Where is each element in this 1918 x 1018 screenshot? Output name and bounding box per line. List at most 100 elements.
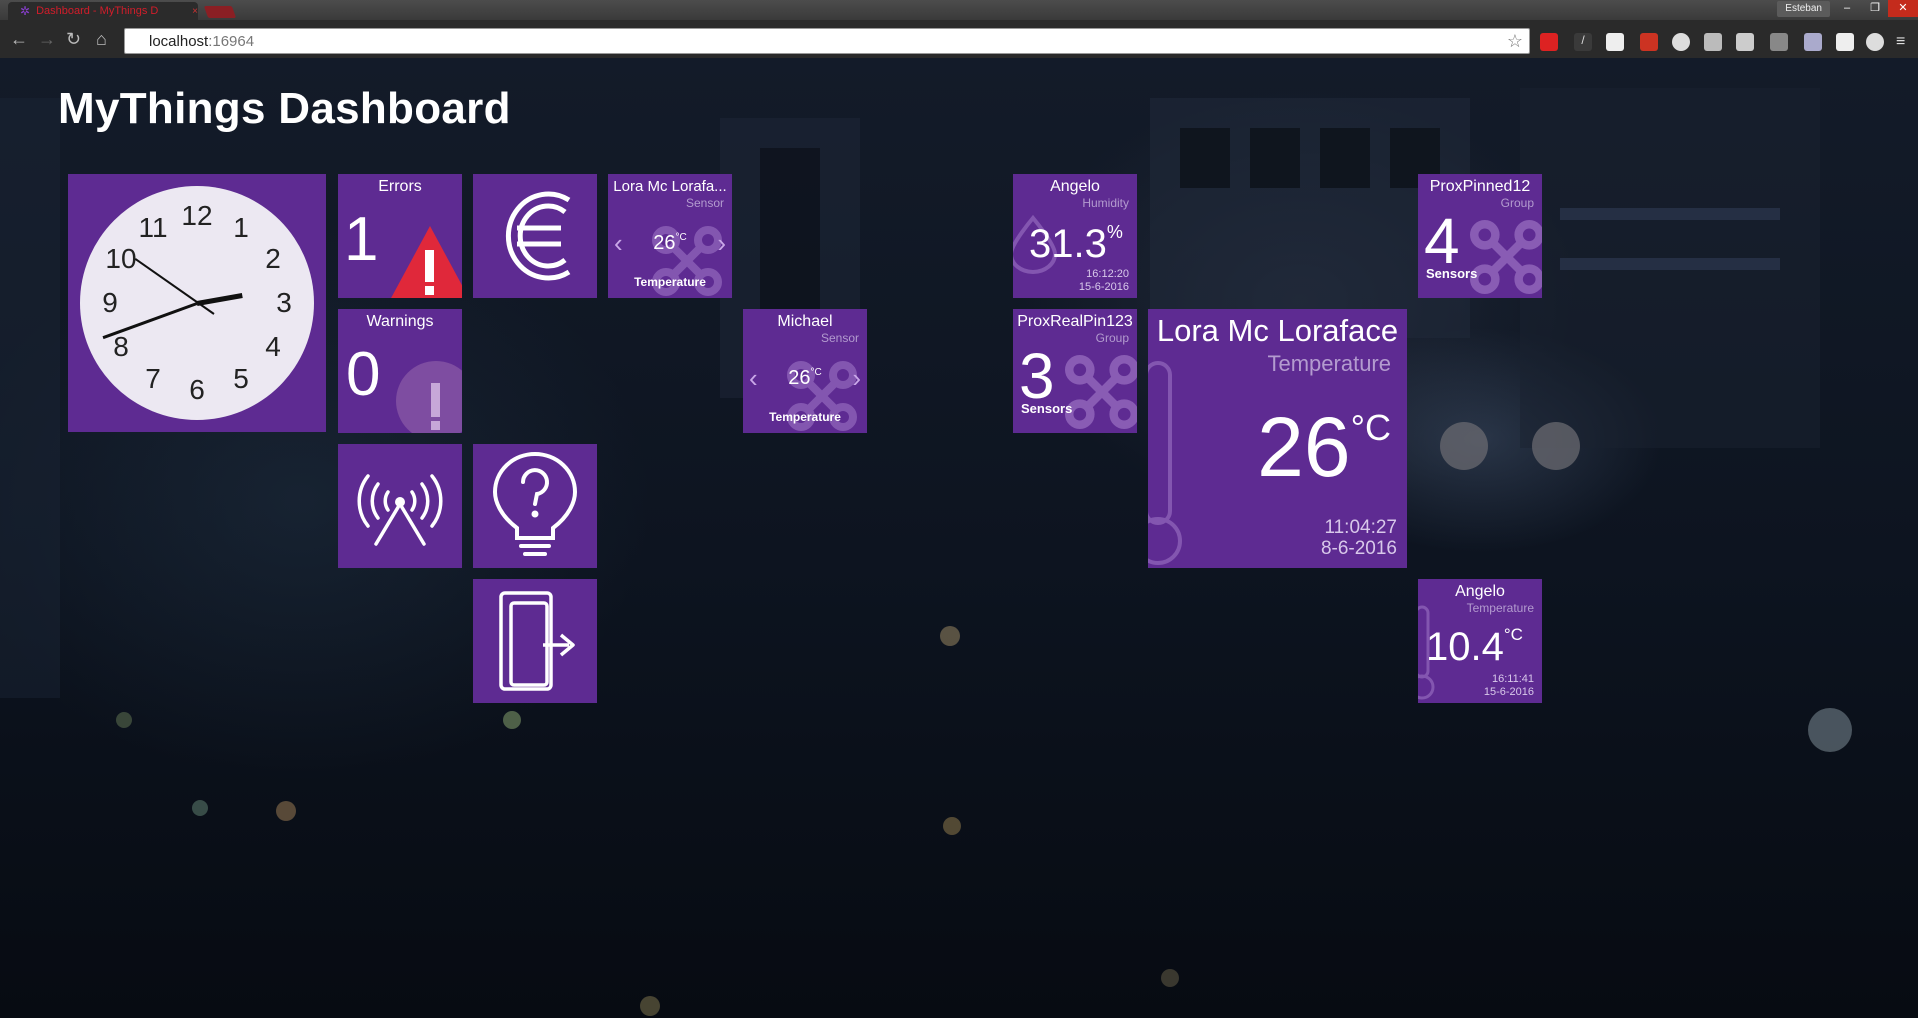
extension-icon[interactable]	[1640, 33, 1658, 51]
humidity-type: Humidity	[1082, 196, 1129, 210]
euro-icon	[505, 191, 571, 281]
clock-number: 1	[233, 212, 249, 243]
exclamation-circle-icon	[396, 361, 462, 433]
home-icon[interactable]: ⌂	[96, 29, 107, 49]
temperature-date: 15-6-2016	[1483, 686, 1534, 698]
clock-number: 4	[265, 331, 281, 362]
restore-button[interactable]: ❐	[1862, 0, 1888, 17]
close-window-button[interactable]: ✕	[1888, 0, 1918, 17]
bookmark-star-icon[interactable]: ☆	[1507, 31, 1523, 52]
temperature-value: 10.4	[1426, 625, 1504, 669]
tab-favicon-icon: ✲	[20, 4, 31, 18]
sensor-group-icon	[1470, 220, 1542, 294]
menu-icon[interactable]: ≡	[1896, 33, 1914, 51]
humidity-date: 15-6-2016	[1078, 281, 1129, 293]
sensor-value: 26	[788, 367, 811, 389]
temperature-unit: °C	[1350, 407, 1391, 448]
sensor-group-icon	[1065, 355, 1137, 429]
extension-icon[interactable]	[1540, 33, 1558, 51]
tab-title: Dashboard - MyThings D	[36, 5, 159, 17]
sensor-title: Michael	[777, 313, 833, 330]
errors-tile[interactable]: Errors 1	[338, 174, 462, 298]
clock-number: 9	[102, 287, 118, 318]
extension-icon[interactable]	[1704, 33, 1722, 51]
clock-number: 7	[145, 363, 161, 394]
temperature-type: Temperature	[1267, 351, 1391, 376]
thermometer-icon	[1148, 361, 1182, 565]
group-tile-proxrealpin[interactable]: ProxRealPin123 Group 3 Sensors	[1013, 309, 1137, 433]
clock-hour-hand	[196, 292, 243, 306]
temperature-date: 8-6-2016	[1320, 538, 1397, 559]
extension-icon[interactable]	[1770, 33, 1788, 51]
humidity-unit: %	[1106, 222, 1123, 242]
temperature-unit: °C	[1503, 625, 1523, 644]
clock-second-hand	[134, 258, 215, 315]
temperature-type: Temperature	[1466, 601, 1534, 615]
browser-titlebar: ✲ Dashboard - MyThings D × Esteban – ❐ ✕	[0, 0, 1918, 20]
billing-tile[interactable]	[473, 174, 597, 298]
extension-icon[interactable]	[1606, 33, 1624, 51]
extension-icon[interactable]	[1736, 33, 1754, 51]
profile-button[interactable]: Esteban	[1777, 1, 1830, 17]
humidity-value: 31.3	[1029, 222, 1107, 266]
sensor-unit: °C	[675, 232, 687, 243]
warnings-tile[interactable]: Warnings 0	[338, 309, 462, 433]
clock-face: 12 1 2 3 4 5 6 7 8 9 10 11	[80, 186, 314, 420]
sensor-label: Temperature	[634, 275, 706, 289]
sensor-unit: °C	[810, 367, 822, 378]
clock-number: 11	[138, 212, 168, 243]
extension-icon[interactable]	[1672, 33, 1690, 51]
humidity-title: Angelo	[1050, 178, 1100, 195]
new-tab-button[interactable]	[203, 6, 237, 18]
logout-door-icon	[499, 591, 575, 691]
temperature-tile-lora-large[interactable]: Lora Mc Loraface Temperature 26°C 11:04:…	[1148, 309, 1407, 568]
clock-number: 2	[265, 243, 281, 274]
humidity-tile-angelo[interactable]: Angelo Humidity 31.3% 16:12:20 15-6-2016	[1013, 174, 1137, 298]
logout-tile[interactable]	[473, 579, 597, 703]
antenna-icon	[357, 474, 443, 546]
url-host: localhost	[149, 32, 209, 50]
help-tile[interactable]	[473, 444, 597, 568]
clock-number: 10	[105, 243, 137, 274]
extension-icon[interactable]	[1866, 33, 1884, 51]
browser-tab[interactable]: ✲ Dashboard - MyThings D ×	[8, 2, 198, 20]
humidity-time: 16:12:20	[1086, 268, 1129, 280]
extension-icon[interactable]: /	[1574, 33, 1592, 51]
errors-count: 1	[344, 205, 379, 274]
reload-icon[interactable]: ↻	[66, 29, 81, 49]
warning-triangle-icon	[391, 226, 462, 298]
forward-icon[interactable]: →	[38, 29, 56, 49]
temperature-title: Lora Mc Loraface	[1156, 313, 1399, 348]
sensor-title: Lora Mc Lorafa...	[613, 178, 727, 195]
warnings-title: Warnings	[366, 313, 434, 330]
temperature-time: 11:04:27	[1324, 517, 1397, 538]
address-bar[interactable]: localhost:16964 ☆	[124, 28, 1530, 54]
extension-icon[interactable]	[1836, 33, 1854, 51]
tab-close-icon[interactable]: ×	[192, 6, 198, 17]
group-tile-proxpinned[interactable]: ProxPinned12 Group 4 Sensors	[1418, 174, 1542, 298]
minimize-button[interactable]: –	[1834, 0, 1860, 17]
group-type: Group	[1095, 331, 1129, 345]
group-title: ProxRealPin123	[1017, 313, 1133, 330]
clock-number: 8	[113, 331, 129, 362]
clock-tile[interactable]: 12 1 2 3 4 5 6 7 8 9 10 11	[68, 174, 326, 432]
group-type: Group	[1500, 196, 1534, 210]
page-title: MyThings Dashboard	[58, 84, 511, 133]
clock-number: 3	[276, 287, 292, 318]
errors-title: Errors	[378, 178, 422, 195]
sensor-value: 26	[653, 232, 676, 254]
sensor-type: Sensor	[820, 331, 859, 345]
sensor-tile-lora[interactable]: Lora Mc Lorafa... Sensor ‹ › 26°C Temper…	[608, 174, 732, 298]
temperature-tile-angelo[interactable]: Angelo Temperature 10.4°C 16:11:41 15-6-…	[1418, 579, 1542, 703]
back-icon[interactable]: ←	[10, 29, 28, 49]
clock-number: 12	[181, 200, 213, 231]
sensor-label: Temperature	[769, 410, 841, 424]
group-label: Sensors	[1021, 401, 1073, 416]
sensor-tile-michael[interactable]: Michael Sensor ‹ › 26°C Temperature	[743, 309, 867, 433]
temperature-value: 26	[1257, 400, 1351, 494]
group-title: ProxPinned12	[1429, 178, 1531, 195]
extension-icon[interactable]	[1804, 33, 1822, 51]
connectivity-tile[interactable]	[338, 444, 462, 568]
help-bulb-icon	[493, 452, 577, 556]
sensor-type: Sensor	[685, 196, 724, 210]
